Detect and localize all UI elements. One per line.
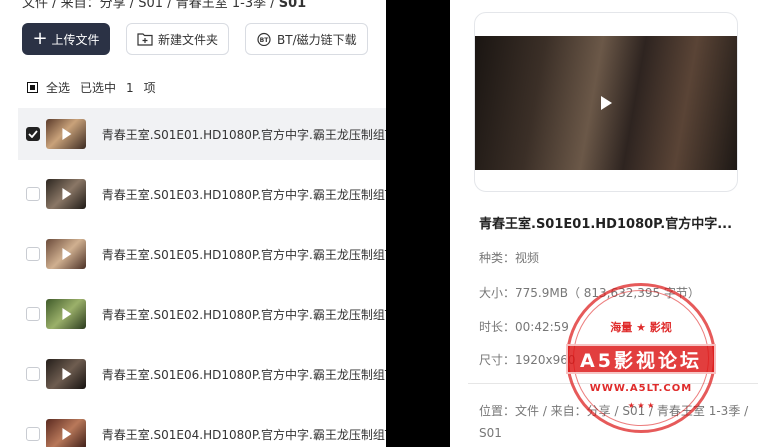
detail-duration: 时长：00:42:59 bbox=[479, 320, 569, 334]
file-name[interactable]: 青春王室.S01E02.HD1080P.官方中字.霸王龙压制组T- bbox=[102, 306, 386, 323]
selection-bar: 全选 已选中 1 项 bbox=[27, 79, 156, 96]
file-row[interactable]: 青春王室.S01E02.HD1080P.官方中字.霸王龙压制组T- bbox=[18, 288, 386, 340]
play-icon[interactable] bbox=[601, 96, 612, 110]
play-icon bbox=[62, 248, 72, 260]
svg-text:BT: BT bbox=[260, 37, 270, 44]
file-row[interactable]: 青春王室.S01E01.HD1080P.官方中字.霸王龙压制组T- bbox=[18, 108, 386, 160]
plus-icon: + bbox=[32, 28, 48, 49]
bt-label: BT/磁力链下载 bbox=[277, 32, 357, 47]
row-checkbox[interactable] bbox=[26, 427, 40, 441]
row-checkbox[interactable] bbox=[26, 367, 40, 381]
select-all-label[interactable]: 全选 bbox=[46, 79, 70, 96]
video-thumbnail bbox=[45, 419, 86, 447]
play-icon bbox=[62, 368, 72, 380]
breadcrumb[interactable]: 文件 / 来自：分享 / S01 / 青春王室 1-3季 / S01 bbox=[22, 0, 306, 11]
breadcrumb-current: S01 bbox=[278, 0, 307, 11]
upload-label: 上传文件 bbox=[51, 32, 100, 47]
row-checkbox[interactable] bbox=[26, 127, 40, 141]
file-name[interactable]: 青春王室.S01E05.HD1080P.官方中字.霸王龙压制组T- bbox=[102, 246, 386, 263]
video-thumbnail bbox=[45, 239, 86, 269]
selected-count: 1 bbox=[126, 80, 134, 95]
preview-card bbox=[474, 12, 738, 192]
video-preview[interactable] bbox=[475, 36, 737, 170]
detail-size: 大小：775.9MB（ 813,632,395 字节） bbox=[479, 286, 700, 300]
detail-resolution: 尺寸：1920x960 bbox=[479, 353, 576, 367]
play-icon bbox=[62, 308, 72, 320]
video-thumbnail bbox=[45, 299, 86, 329]
file-row[interactable]: 青春王室.S01E03.HD1080P.官方中字.霸王龙压制组T- bbox=[18, 168, 386, 220]
play-icon bbox=[62, 428, 72, 440]
file-name[interactable]: 青春王室.S01E01.HD1080P.官方中字.霸王龙压制组T- bbox=[102, 126, 386, 143]
file-detail-panel: 青春王室.S01E01.HD1080P.官方中字... 种类：视频 大小：775… bbox=[450, 0, 769, 447]
folder-plus-icon bbox=[137, 32, 153, 46]
detail-location[interactable]: 位置：文件 / 来自：分享 / S01 / 青春王室 1-3季 / S01 bbox=[479, 400, 759, 444]
video-thumbnail bbox=[45, 119, 86, 149]
row-checkbox[interactable] bbox=[26, 187, 40, 201]
file-name[interactable]: 青春王室.S01E04.HD1080P.官方中字.霸王龙压制组T- bbox=[102, 426, 386, 443]
file-name[interactable]: 青春王室.S01E03.HD1080P.官方中字.霸王龙压制组T- bbox=[102, 186, 386, 203]
play-icon bbox=[62, 128, 72, 140]
row-checkbox[interactable] bbox=[26, 247, 40, 261]
play-icon bbox=[62, 188, 72, 200]
file-row[interactable]: 青春王室.S01E05.HD1080P.官方中字.霸王龙压制组T- bbox=[18, 228, 386, 280]
upload-button[interactable]: + 上传文件 bbox=[22, 23, 110, 55]
bt-magnet-download-button[interactable]: BT BT/磁力链下载 bbox=[245, 23, 368, 55]
new-folder-label: 新建文件夹 bbox=[158, 32, 219, 47]
row-checkbox[interactable] bbox=[26, 307, 40, 321]
detail-title: 青春王室.S01E01.HD1080P.官方中字... bbox=[479, 217, 733, 232]
new-folder-button[interactable]: 新建文件夹 bbox=[126, 23, 230, 55]
selected-unit: 项 bbox=[143, 81, 156, 95]
file-row[interactable]: 青春王室.S01E04.HD1080P.官方中字.霸王龙压制组T- bbox=[18, 408, 386, 447]
file-list-panel: 文件 / 来自：分享 / S01 / 青春王室 1-3季 / S01 + 上传文… bbox=[0, 0, 386, 447]
breadcrumb-path[interactable]: 文件 / 来自：分享 / S01 / 青春王室 1-3季 / bbox=[22, 0, 279, 11]
detail-type: 种类：视频 bbox=[479, 251, 540, 265]
toolbar: + 上传文件 新建文件夹 BT BT/磁力链下载 bbox=[22, 23, 368, 55]
file-row[interactable]: 青春王室.S01E06.HD1080P.官方中字.霸王龙压制组T- bbox=[18, 348, 386, 400]
bt-icon: BT bbox=[256, 32, 272, 46]
video-thumbnail bbox=[45, 179, 86, 209]
video-thumbnail bbox=[45, 359, 86, 389]
file-name[interactable]: 青春王室.S01E06.HD1080P.官方中字.霸王龙压制组T- bbox=[102, 366, 386, 383]
selected-prefix: 已选中 bbox=[80, 81, 117, 95]
select-all-checkbox[interactable] bbox=[27, 82, 38, 93]
divider bbox=[468, 383, 758, 384]
